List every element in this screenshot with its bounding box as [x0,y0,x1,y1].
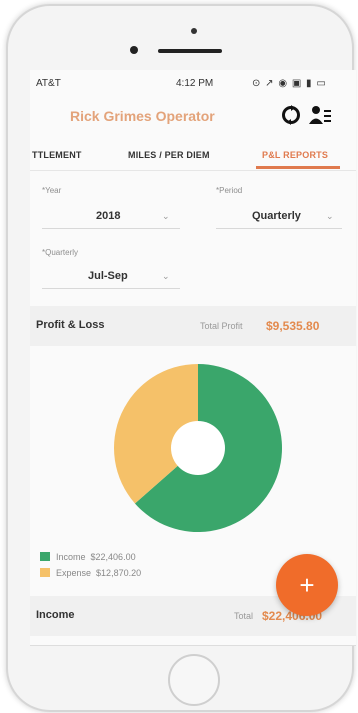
legend-income: Income $22,406.00 [40,552,136,562]
total-profit-value: $9,535.80 [266,319,320,333]
home-button[interactable] [168,654,220,706]
quarterly-underline [42,288,180,289]
legend-expense-label: Expense [56,568,92,578]
app-screen: AT&T 4:12 PM ⊙ ↗ ◉ ▣ ▮ ▭ Rick Grimes Ope… [30,70,356,646]
active-tab-indicator [256,166,340,169]
total-profit-label: Total Profit [200,321,243,331]
tab-miles-per-diem[interactable]: MILES / PER DIEM [128,150,210,160]
legend-expense-value: $12,870.20 [96,568,142,578]
user-menu-icon[interactable] [308,104,332,126]
app-bar: Rick Grimes Operator [30,96,356,136]
refresh-icon[interactable] [280,104,302,126]
tab-settlement[interactable]: TTLEMENT [32,150,82,160]
phone-frame: AT&T 4:12 PM ⊙ ↗ ◉ ▣ ▮ ▭ Rick Grimes Ope… [6,4,356,712]
tab-pl-reports[interactable]: P&L REPORTS [262,150,328,160]
year-value: 2018 [96,210,121,222]
chevron-down-icon: ⌄ [162,271,170,281]
profit-loss-title: Profit & Loss [36,319,105,331]
expense-swatch [40,568,50,577]
phone-speaker [158,49,222,53]
page-title: Rick Grimes Operator [70,108,215,124]
quarterly-label: *Quarterly [42,248,79,257]
year-underline [42,228,180,229]
chevron-down-icon: ⌄ [326,211,334,221]
income-swatch [40,552,50,561]
tab-bar: TTLEMENT MILES / PER DIEM P&L REPORTS [30,140,356,171]
status-bar: AT&T 4:12 PM ⊙ ↗ ◉ ▣ ▮ ▭ [30,70,356,94]
period-underline [216,228,342,229]
period-label: *Period [216,186,243,195]
legend-expense: Expense $12,870.20 [40,568,141,578]
screen-bottom-divider [30,645,356,646]
profit-loss-donut-chart [114,364,283,532]
income-total-label: Total [234,611,254,621]
legend-income-label: Income [56,552,86,562]
profit-loss-header: Profit & Loss Total Profit $9,535.80 [30,306,356,346]
phone-sensor [191,28,197,34]
donut-hole [171,421,225,475]
quarterly-value: Jul-Sep [88,270,128,282]
period-value: Quarterly [252,210,301,222]
income-title: Income [36,609,75,621]
status-icons: ⊙ ↗ ◉ ▣ ▮ ▭ [252,78,327,89]
legend-income-value: $22,406.00 [90,552,136,562]
chevron-down-icon: ⌄ [162,211,170,221]
year-label: *Year [42,186,62,195]
phone-camera [130,46,138,54]
status-carrier: AT&T [36,78,61,89]
add-button[interactable]: + [276,554,338,616]
status-time: 4:12 PM [176,78,214,89]
